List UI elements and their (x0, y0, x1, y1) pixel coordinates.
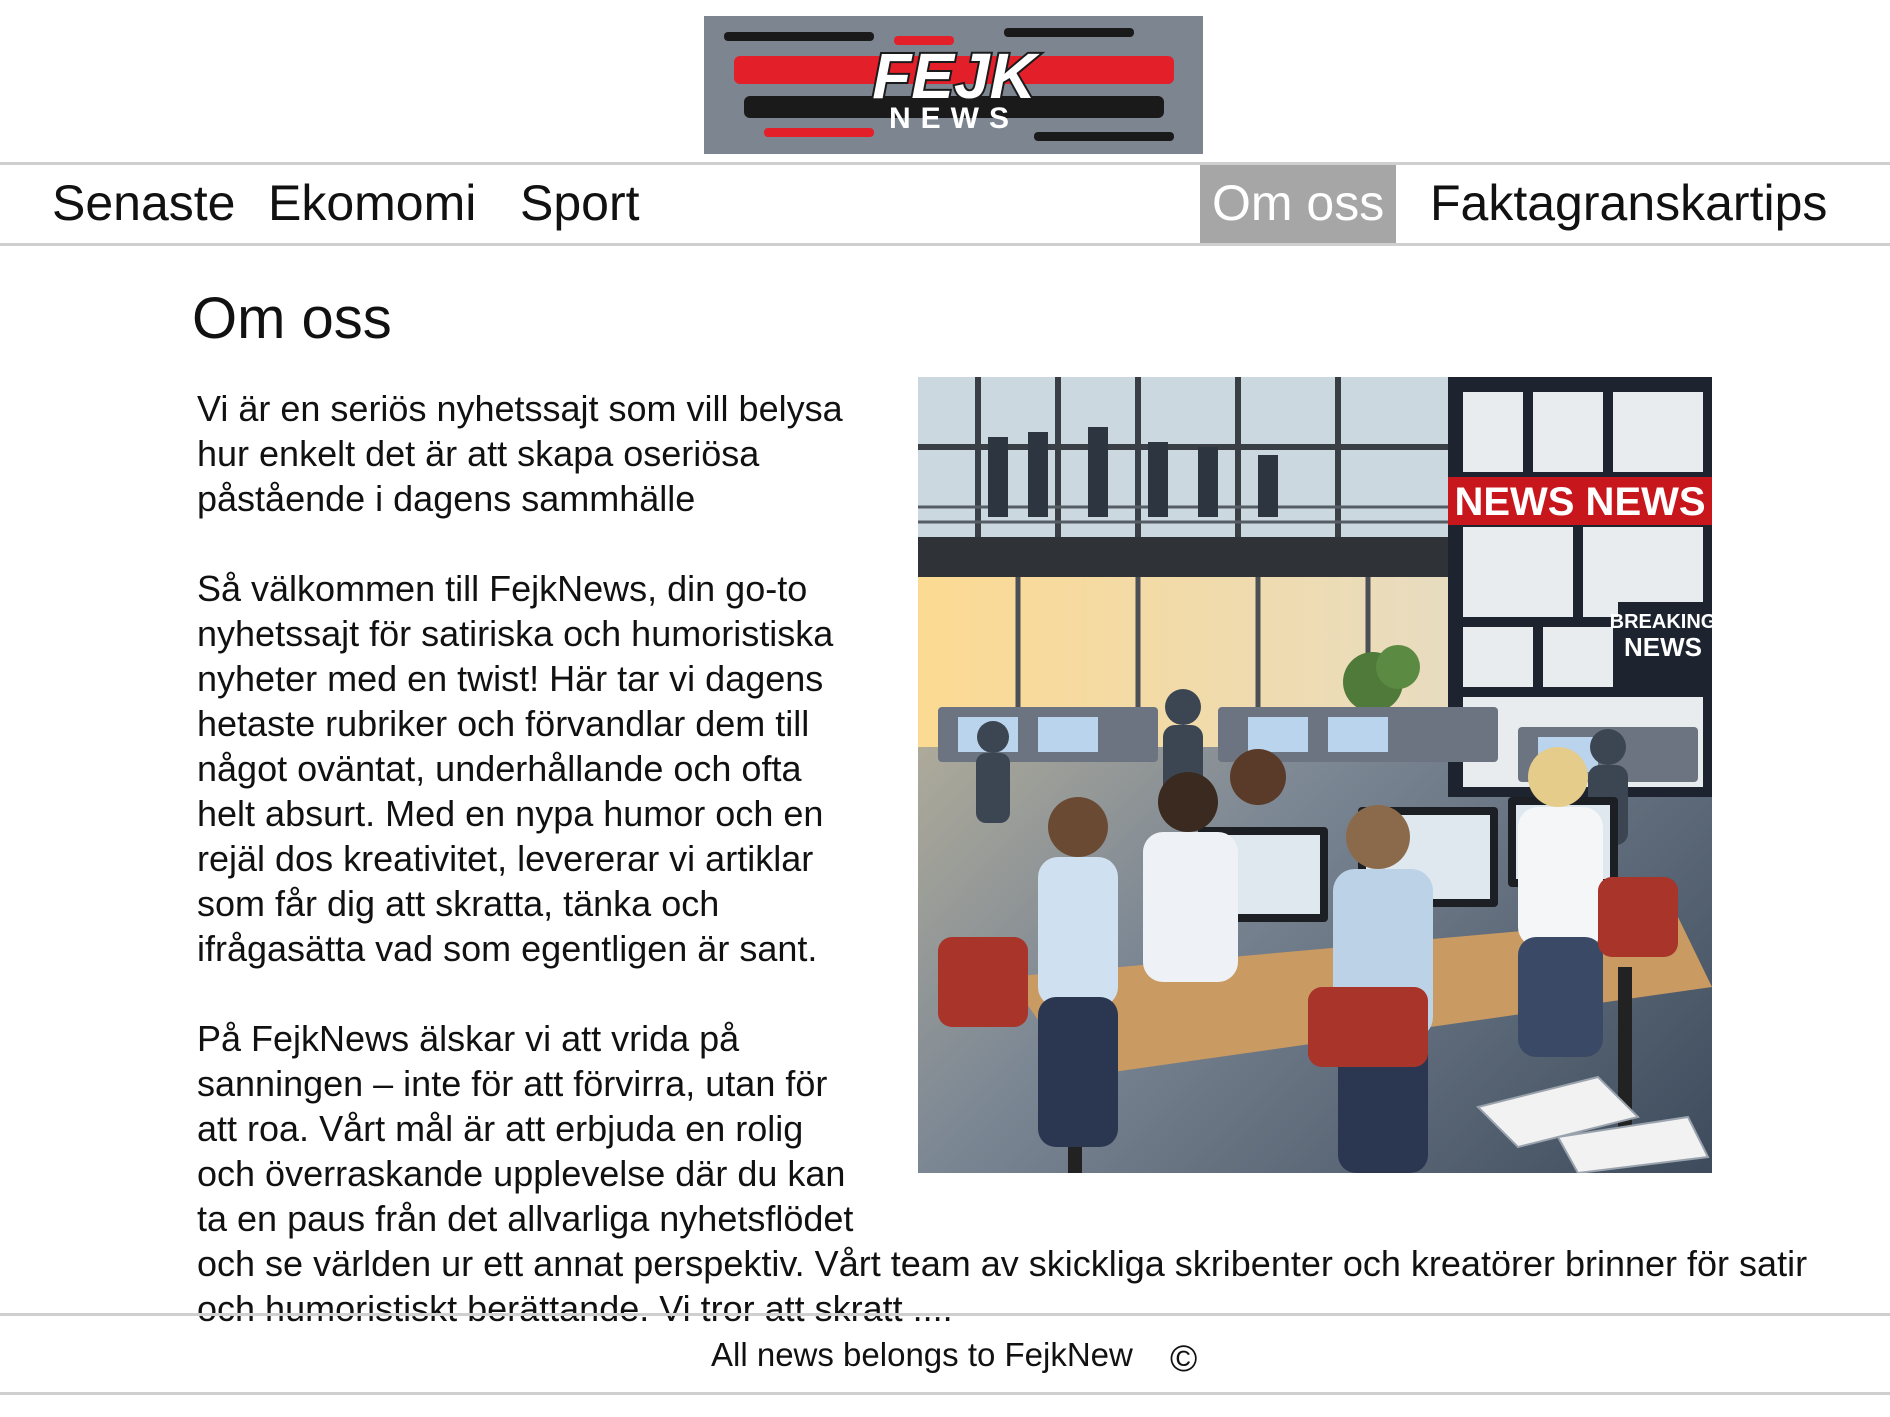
breaking-news-sign: NEWS (1624, 632, 1702, 662)
main-nav: Senaste Ekomomi Sport Om oss Faktagransk… (0, 162, 1890, 246)
site-logo[interactable]: FEJK NEWS (704, 16, 1203, 154)
fejk-news-logo-icon: FEJK NEWS (704, 16, 1203, 154)
nav-item-faktagranskartips[interactable]: Faktagranskartips (1430, 165, 1827, 243)
copyright-icon: © (1170, 1338, 1198, 1379)
newsroom-image: NEWS NEWS BREAKING NEWS (918, 377, 1712, 1173)
nav-item-sport[interactable]: Sport (520, 165, 640, 243)
logo-subtitle: NEWS (889, 102, 1019, 135)
footer: All news belongs to FejkNew © (0, 1313, 1890, 1395)
footer-text: All news belongs to FejkNew (711, 1336, 1133, 1373)
nav-item-senaste[interactable]: Senaste (52, 165, 235, 243)
breaking-sign: BREAKING (1610, 611, 1712, 633)
nav-item-om-oss[interactable]: Om oss (1200, 165, 1397, 243)
nav-item-ekonomi[interactable]: Ekomomi (268, 165, 476, 243)
page-title: Om oss (192, 286, 392, 351)
article-body: NEWS NEWS BREAKING NEWS Vi är en seriös … (197, 377, 1837, 1331)
news-sign: NEWS NEWS (1454, 480, 1705, 524)
